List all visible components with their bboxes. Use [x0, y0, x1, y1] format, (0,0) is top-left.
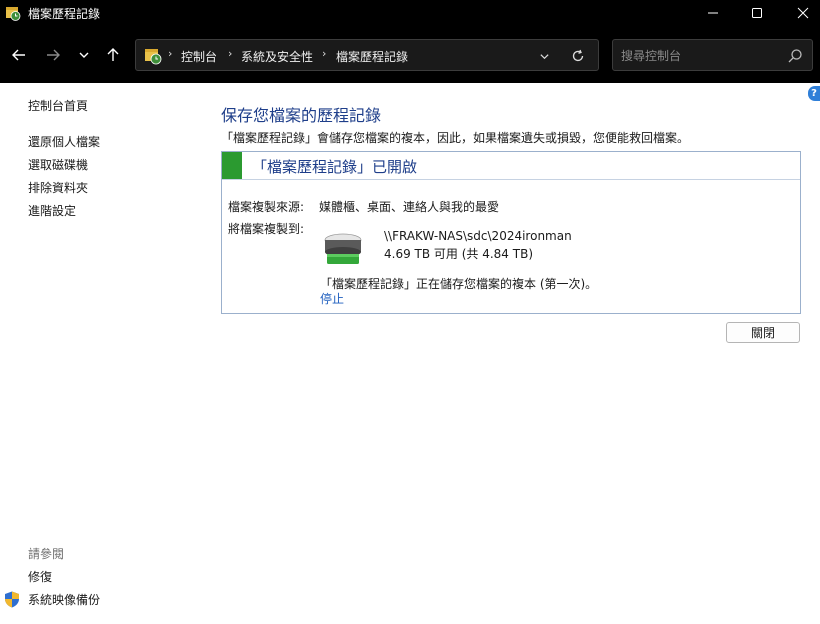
chevron-down-icon	[539, 53, 549, 59]
status-text: 「檔案歷程記錄」已開啟	[252, 158, 418, 176]
breadcrumb-item[interactable]: 控制台	[181, 48, 217, 65]
search-icon[interactable]	[787, 48, 803, 64]
advanced-settings-link[interactable]: 進階設定	[28, 202, 76, 219]
minimize-button[interactable]	[690, 0, 736, 26]
help-button[interactable]: ?	[808, 86, 820, 101]
source-label: 檔案複製來源:	[228, 200, 305, 214]
maximize-button[interactable]	[734, 0, 780, 26]
shield-icon	[5, 591, 19, 608]
control-panel-home-link[interactable]: 控制台首頁	[28, 97, 88, 114]
address-history-button[interactable]	[534, 46, 554, 66]
maximize-icon	[752, 8, 762, 18]
title-bar: 檔案歷程記錄	[0, 0, 820, 26]
window-title: 檔案歷程記錄	[28, 7, 101, 21]
backup-progress-text: 「檔案歷程記錄」正在儲存您檔案的複本 (第一次)。	[320, 277, 598, 291]
chevron-down-icon	[79, 52, 89, 58]
close-icon	[797, 7, 809, 19]
stop-link[interactable]: 停止	[320, 290, 344, 307]
navigation-bar: › 控制台 › 系統及安全性 › 檔案歷程記錄	[0, 26, 820, 83]
breadcrumb-chevron-icon: ›	[322, 47, 327, 60]
refresh-icon	[572, 49, 584, 62]
network-drive-icon	[324, 233, 362, 264]
status-header: 「檔案歷程記錄」已開啟	[222, 152, 800, 180]
forward-button[interactable]	[42, 44, 64, 66]
arrow-left-icon	[12, 49, 25, 61]
page-description: 「檔案歷程記錄」會儲存您檔案的複本，因此，如果檔案遺失或損毀，您便能救回檔案。	[221, 131, 690, 145]
select-drive-link[interactable]: 選取磁碟機	[28, 156, 88, 173]
up-button[interactable]	[102, 44, 124, 66]
recent-locations-button[interactable]	[73, 44, 95, 66]
control-panel-icon	[145, 49, 162, 65]
arrow-right-icon	[47, 49, 60, 61]
source-value: 媒體櫃、桌面、連絡人與我的最愛	[319, 200, 500, 214]
restore-files-link[interactable]: 還原個人檔案	[28, 133, 100, 150]
back-button[interactable]	[8, 44, 30, 66]
recovery-link[interactable]: 修復	[28, 568, 52, 585]
destination-label: 將檔案複製到:	[228, 222, 305, 236]
breadcrumb-chevron-icon: ›	[168, 47, 173, 60]
close-button[interactable]: 關閉	[726, 322, 800, 343]
breadcrumb-item[interactable]: 系統及安全性	[241, 48, 313, 65]
status-panel: 「檔案歷程記錄」已開啟 檔案複製來源: 媒體櫃、桌面、連絡人與我的最愛 將檔案複…	[221, 151, 801, 314]
search-box[interactable]	[612, 39, 813, 71]
exclude-folders-link[interactable]: 排除資料夾	[28, 179, 88, 196]
close-window-button[interactable]	[780, 0, 820, 26]
system-image-backup-link[interactable]: 系統映像備份	[28, 591, 100, 608]
address-bar[interactable]: › 控制台 › 系統及安全性 › 檔案歷程記錄	[135, 39, 599, 71]
refresh-button[interactable]	[568, 46, 588, 66]
breadcrumb-item[interactable]: 檔案歷程記錄	[336, 48, 408, 65]
see-also-heading: 請參閱	[28, 547, 65, 561]
destination-path: \\FRAKW-NAS\sdc\2024ironman	[384, 229, 572, 243]
destination-space: 4.69 TB 可用 (共 4.84 TB)	[384, 247, 533, 261]
search-input[interactable]	[621, 46, 781, 66]
arrow-up-icon	[107, 48, 119, 61]
minimize-icon	[708, 12, 718, 14]
status-indicator	[222, 152, 242, 179]
breadcrumb-chevron-icon: ›	[228, 47, 233, 60]
page-title: 保存您檔案的歷程記錄	[221, 106, 382, 125]
file-history-icon	[6, 7, 21, 21]
